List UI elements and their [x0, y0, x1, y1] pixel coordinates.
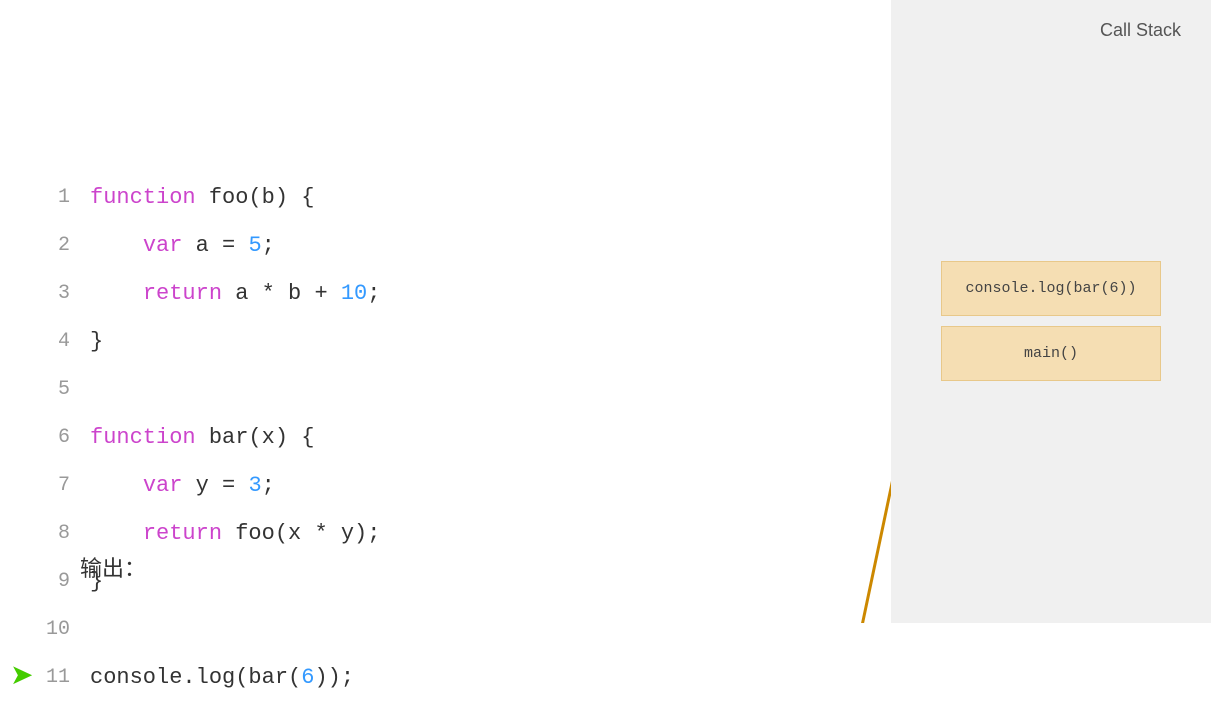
stack-item: console.log(bar(6)): [941, 261, 1161, 316]
code-line-3: 3 return a * b + 10;: [40, 270, 871, 318]
token-plain: foo(b) {: [196, 174, 315, 222]
call-stack-items: console.log(bar(6)) main(): [911, 261, 1191, 381]
line-number: 3: [40, 270, 70, 318]
line-number: 10: [40, 606, 70, 654]
token-plain: ;: [262, 462, 275, 510]
token-plain: y: [182, 462, 222, 510]
line-number: 4: [40, 318, 70, 366]
token-plain: [90, 462, 143, 510]
token-plain: ;: [367, 270, 380, 318]
code-block: 1function foo(b) {2 var a = 5;3 return a…: [40, 30, 871, 702]
token-kw: return: [143, 270, 222, 318]
line-content: function foo(b) {: [90, 174, 314, 222]
line-number: 6: [40, 414, 70, 462]
line-number: 7: [40, 462, 70, 510]
token-kw: return: [143, 510, 222, 558]
code-line-5: 5: [40, 366, 871, 414]
token-kw: function: [90, 414, 196, 462]
token-plain: * b +: [262, 270, 341, 318]
code-panel: 1function foo(b) {2 var a = 5;3 return a…: [0, 0, 891, 623]
token-plain: [235, 462, 248, 510]
output-section: 输出：: [80, 551, 146, 583]
output-label: 输出：: [80, 556, 146, 581]
token-plain: foo(x * y);: [222, 510, 380, 558]
line-number: 8: [40, 510, 70, 558]
code-line-4: 4}: [40, 318, 871, 366]
code-line-2: 2 var a = 5;: [40, 222, 871, 270]
code-line-8: 8 return foo(x * y);: [40, 510, 871, 558]
code-line-7: 7 var y = 3;: [40, 462, 871, 510]
line-number: 1: [40, 174, 70, 222]
right-panel: Call Stack console.log(bar(6)) main(): [891, 0, 1211, 623]
token-num: 10: [341, 270, 367, 318]
token-plain: [235, 222, 248, 270]
code-line-1: 1 function foo(b) {: [40, 174, 871, 222]
line-content: }: [90, 318, 103, 366]
token-plain: ));: [314, 654, 354, 702]
token-plain: bar(x) {: [196, 414, 315, 462]
token-plain: [90, 270, 143, 318]
token-plain: a: [222, 270, 262, 318]
code-line-9: 9}: [40, 558, 871, 606]
green-arrow-icon: ➤: [10, 664, 33, 692]
token-plain: }: [90, 318, 103, 366]
token-num: 6: [301, 654, 314, 702]
line-content: function bar(x) {: [90, 414, 314, 462]
line-number: 11: [40, 654, 70, 702]
line-number: 2: [40, 222, 70, 270]
token-num: 5: [248, 222, 261, 270]
code-line-10: 10: [40, 606, 871, 654]
line-content: var a = 5;: [90, 222, 275, 270]
code-line-11: ➤11console.log(bar(6));: [40, 654, 871, 702]
stack-item: main(): [941, 326, 1161, 381]
token-plain: console.log(bar(: [90, 654, 301, 702]
line-content: return a * b + 10;: [90, 270, 380, 318]
call-stack-title: Call Stack: [1100, 20, 1181, 41]
token-plain: a: [182, 222, 222, 270]
token-plain: [90, 222, 143, 270]
token-kw: var: [143, 462, 183, 510]
token-punc: =: [222, 462, 235, 510]
line-content: console.log(bar(6));: [90, 654, 354, 702]
line-number: 5: [40, 366, 70, 414]
token-kw: var: [143, 222, 183, 270]
token-num: 3: [248, 462, 261, 510]
token-kw: function: [90, 174, 196, 222]
line-number: 9: [40, 558, 70, 606]
token-punc: =: [222, 222, 235, 270]
line-content: var y = 3;: [90, 462, 275, 510]
code-line-6: 6 function bar(x) {: [40, 414, 871, 462]
token-plain: ;: [262, 222, 275, 270]
